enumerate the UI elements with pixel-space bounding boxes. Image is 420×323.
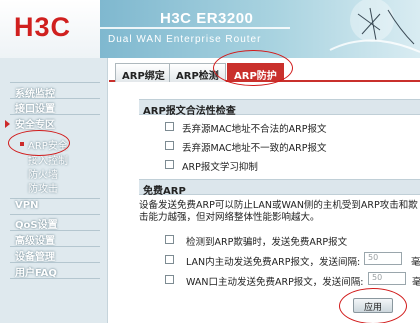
- label-send-on-spoof: 检测到ARP欺骗时，发送免费ARP报文: [186, 237, 348, 248]
- sidebar-subitem-access-control[interactable]: 接入控制: [28, 152, 68, 167]
- label-arp-learning-suppress: ARP报文学习抑制: [182, 162, 258, 173]
- gratuitous-arp-description: 设备发送免费ARP可以防止LAN或WAN侧的主机受到ARP攻击和欺 击能力越强，…: [139, 200, 418, 223]
- tab-bar: ARP绑定 ARP检测 ARP防护: [109, 58, 420, 82]
- h3c-logo: H3C: [14, 12, 71, 42]
- model-title: H3C ER3200: [160, 10, 254, 27]
- apply-button[interactable]: 应用: [353, 298, 393, 313]
- sidebar-item-interface[interactable]: 接口设置: [15, 100, 55, 115]
- checkbox-lan-send[interactable]: [165, 255, 174, 264]
- lan-interval-unit: 毫: [411, 257, 420, 268]
- checkbox-wan-send[interactable]: [165, 275, 174, 284]
- sidebar-item-qos[interactable]: QoS设置: [15, 216, 58, 231]
- sidebar-subitem-firewall[interactable]: 防火墙: [28, 166, 58, 181]
- wan-interval-unit: 毫: [412, 277, 420, 288]
- tab-arp-binding[interactable]: ARP绑定: [115, 63, 172, 82]
- sidebar-subitem-anti-attack[interactable]: 防攻击: [28, 180, 58, 195]
- model-subtitle: Dual WAN Enterprise Router: [108, 34, 262, 45]
- checkbox-arp-learning-suppress[interactable]: [165, 160, 174, 169]
- label-wan-send: WAN口主动发送免费ARP报文，发送间隔:: [186, 277, 364, 288]
- tab-arp-protection[interactable]: ARP防护: [227, 63, 284, 82]
- checkbox-send-on-spoof[interactable]: [165, 235, 174, 244]
- expand-arrow-icon: [5, 120, 10, 128]
- sidebar-item-vpn[interactable]: VPN: [15, 200, 38, 211]
- selected-marker-icon: [20, 142, 24, 146]
- checkbox-drop-invalid-mac[interactable]: [165, 122, 174, 131]
- sidebar-item-advanced[interactable]: 高级设置: [15, 232, 55, 247]
- banner-decoration-icon: [329, 0, 420, 53]
- sidebar-item-security[interactable]: 安全专区: [15, 116, 55, 131]
- checkbox-drop-inconsistent-mac[interactable]: [165, 141, 174, 150]
- main-panel: ARP绑定 ARP检测 ARP防护 ARP报文合法性检查 丢弃源MAC地址不合法…: [109, 50, 420, 323]
- section-arp-legality-header: ARP报文合法性检查: [139, 99, 420, 117]
- svg-text:H3C: H3C: [14, 12, 71, 42]
- sidebar-item-user-faq[interactable]: 用户FAQ: [15, 264, 57, 279]
- label-drop-inconsistent-mac: 丢弃源MAC地址不一致的ARP报文: [182, 143, 327, 154]
- model-banner: H3C ER3200 Dual WAN Enterprise Router: [100, 0, 420, 58]
- wan-interval-input[interactable]: 50: [368, 272, 406, 285]
- lan-interval-input[interactable]: 50: [364, 252, 402, 265]
- sidebar-subitem-arp-security[interactable]: ARP安全: [28, 137, 68, 152]
- section-gratuitous-arp-header: 免费ARP: [139, 179, 420, 197]
- header: H3C H3C ER3200 Dual WAN Enterprise Route…: [0, 0, 420, 58]
- label-drop-invalid-mac: 丢弃源MAC地址不合法的ARP报文: [182, 124, 327, 135]
- sidebar-item-device-management[interactable]: 设备管理: [15, 248, 55, 263]
- sidebar: 系统监控 接口设置 安全专区 ARP安全 接入控制 防火墙 防攻击 VPN Qo…: [0, 58, 108, 323]
- label-lan-send: LAN内主动发送免费ARP报文，发送间隔:: [186, 257, 361, 268]
- tab-arp-detection[interactable]: ARP检测: [169, 63, 226, 82]
